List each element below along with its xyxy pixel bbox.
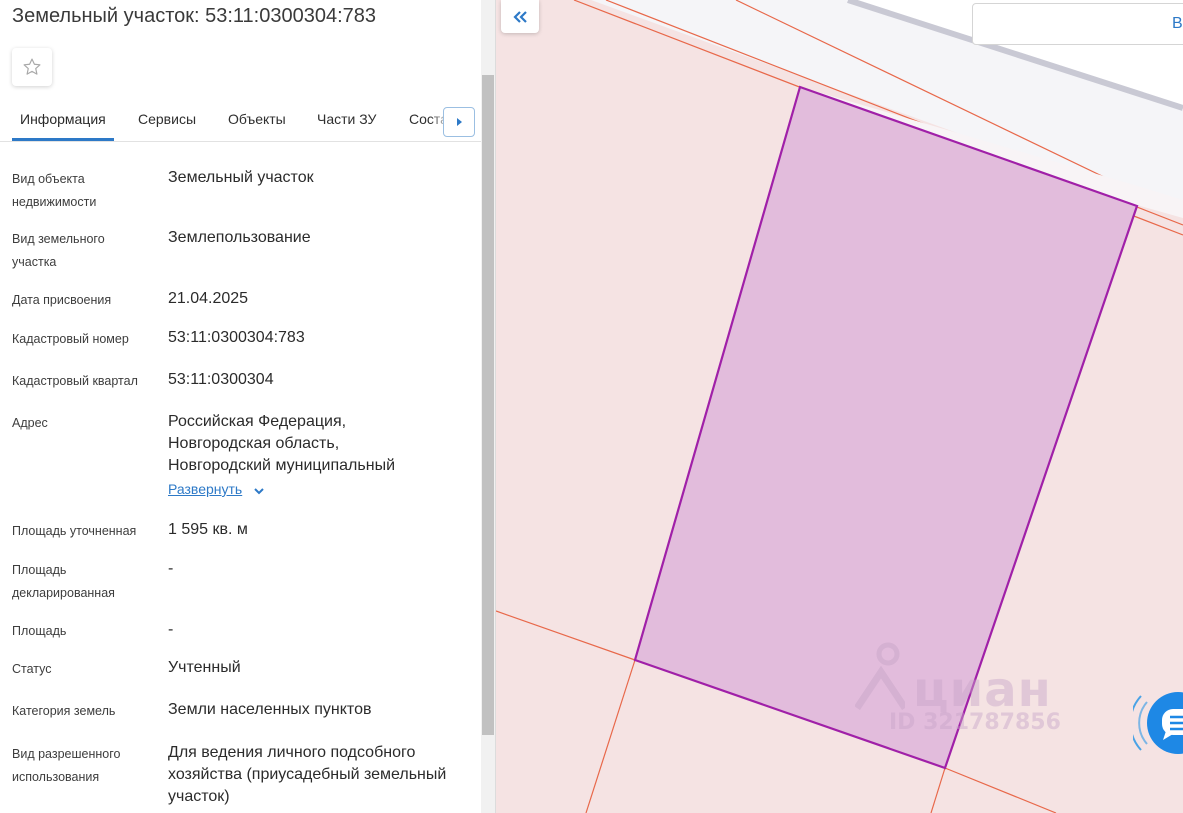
map-search-input[interactable]: В [972, 3, 1183, 45]
panel-scrollbar-thumb[interactable] [482, 75, 494, 735]
tab-parcel-parts[interactable]: Части ЗУ [317, 111, 376, 127]
watermark-id: ID 321787856 [889, 710, 1061, 735]
field-label-area-refined: Площадь уточненная [12, 524, 137, 538]
field-value-land-category: Земли населенных пунктов [168, 701, 372, 718]
double-chevron-left-icon [513, 10, 527, 23]
field-label-assign-date: Дата присвоения [12, 293, 112, 307]
tab-services[interactable]: Сервисы [138, 111, 196, 127]
active-tab-indicator [12, 138, 114, 141]
tab-objects[interactable]: Объекты [228, 111, 286, 127]
field-value-area-refined: 1 595 кв. м [168, 521, 248, 538]
field-label-object-type: Вид объекта недвижимости [12, 172, 97, 209]
boundary-line [585, 659, 636, 813]
field-label-cadastral-quarter: Кадастровый квартал [12, 374, 138, 388]
field-label-area: Площадь [12, 624, 67, 638]
map-view[interactable] [496, 0, 1183, 813]
field-label-status: Статус [12, 662, 52, 676]
field-label-land-category: Категория земель [12, 704, 116, 718]
field-value-address: Российская Федерация, Новгородская облас… [168, 413, 395, 474]
field-value-status: Учтенный [168, 659, 241, 676]
chevron-down-icon[interactable] [253, 486, 265, 496]
expand-address-link[interactable]: Развернуть [168, 481, 242, 497]
field-value-cadastral-quarter: 53:11:0300304 [168, 371, 274, 388]
field-value-object-type: Земельный участок [168, 169, 314, 186]
chat-button[interactable] [1133, 688, 1183, 758]
page-title: Земельный участок: 53:11:0300304:783 [12, 5, 377, 27]
star-outline-icon [23, 58, 41, 75]
field-label-address: Адрес [12, 416, 48, 430]
tab-information[interactable]: Информация [20, 111, 106, 127]
field-label-area-declared: Площадь декларированная [12, 563, 115, 600]
field-label-parcel-type: Вид земельного участка [12, 232, 105, 269]
field-value-area-declared: - [168, 560, 174, 577]
field-value-permitted-use: Для ведения личного подсобного хозяйства… [168, 744, 447, 805]
boundary-line [496, 610, 636, 661]
tabs-next-button[interactable] [443, 107, 475, 137]
chevron-right-icon [457, 118, 462, 126]
boundary-line [930, 767, 946, 813]
collapse-panel-button[interactable] [501, 0, 539, 33]
map-canvas [496, 0, 1183, 813]
field-label-cadastral-number: Кадастровый номер [12, 332, 129, 346]
field-value-parcel-type: Землепользование [168, 229, 311, 246]
field-label-permitted-use: Вид разрешенного использования [12, 747, 121, 784]
favorite-button[interactable] [12, 48, 52, 86]
boundary-line [944, 767, 1057, 813]
cian-logo-icon [855, 642, 905, 710]
field-value-cadastral-number: 53:11:0300304:783 [168, 329, 305, 346]
field-value-area: - [168, 621, 174, 638]
info-panel: Земельный участок: 53:11:0300304:783 Инф… [0, 0, 481, 813]
field-value-assign-date: 21.04.2025 [168, 290, 249, 307]
tab-bar: Информация Сервисы Объекты Части ЗУ Сост… [0, 100, 481, 142]
